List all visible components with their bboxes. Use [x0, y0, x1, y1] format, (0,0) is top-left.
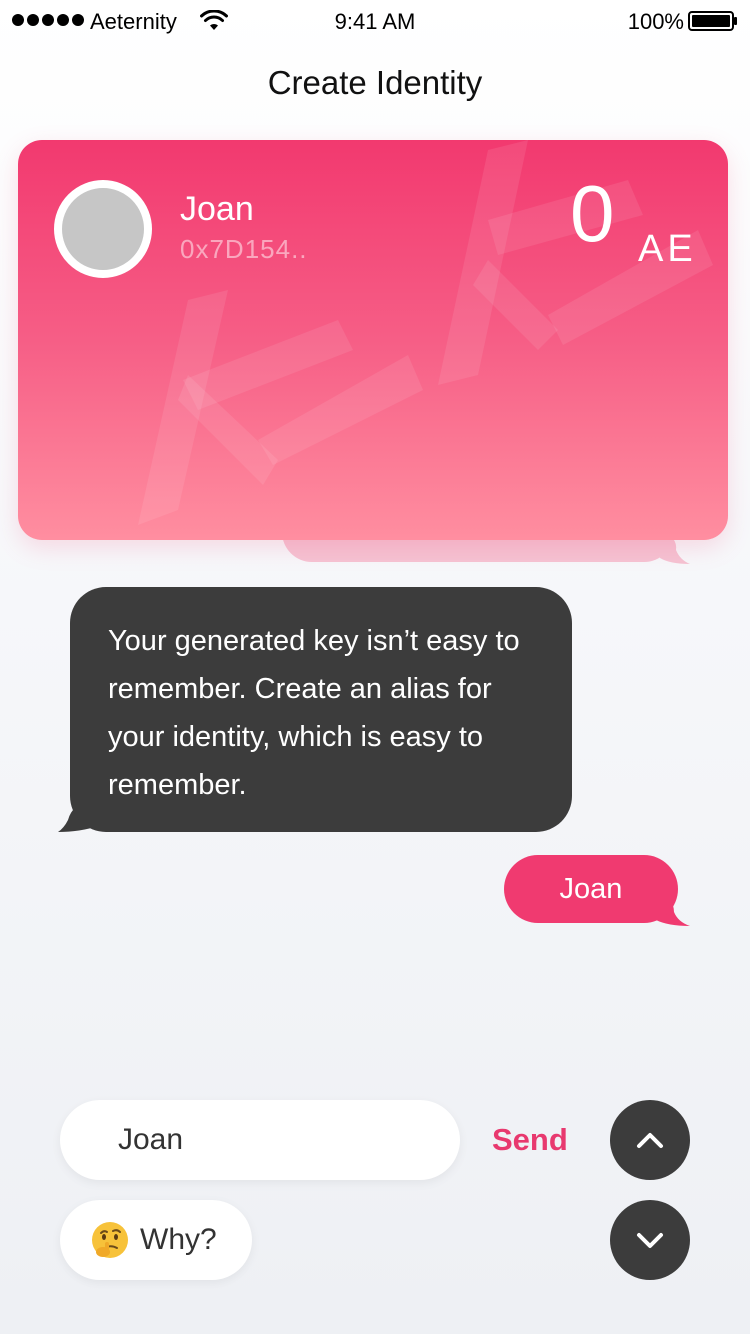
why-button[interactable]: Why?	[60, 1200, 252, 1280]
identity-address: 0x7D154..	[180, 234, 308, 264]
send-button[interactable]: Send	[492, 1116, 578, 1164]
battery-icon	[688, 11, 737, 31]
battery-percentage: 100%	[627, 9, 684, 34]
chevron-down-icon	[637, 1233, 663, 1248]
page-title: Create Identity	[267, 64, 483, 101]
identity-name: Joan	[180, 190, 254, 228]
balance-unit: AE	[638, 228, 697, 270]
scroll-down-button[interactable]	[610, 1200, 690, 1280]
status-bar: Aeternity 9:41 AM 100%	[0, 0, 750, 40]
user-message-text: Joan	[559, 872, 623, 905]
why-button-label: Why?	[140, 1223, 217, 1256]
identity-card[interactable]: Joan 0x7D154.. 0 AE	[18, 140, 728, 540]
chevron-up-icon	[637, 1133, 663, 1148]
balance-value: 0	[570, 169, 615, 258]
alias-input[interactable]	[60, 1100, 460, 1180]
bot-message-text: Your generated key isn’t easy to remembe…	[108, 625, 520, 801]
user-message-bubble: Joan	[504, 855, 678, 923]
scroll-up-button[interactable]	[610, 1100, 690, 1180]
thinking-face-icon	[92, 1222, 128, 1258]
avatar[interactable]	[54, 180, 152, 278]
bot-message-bubble: Your generated key isn’t easy to remembe…	[70, 587, 572, 832]
